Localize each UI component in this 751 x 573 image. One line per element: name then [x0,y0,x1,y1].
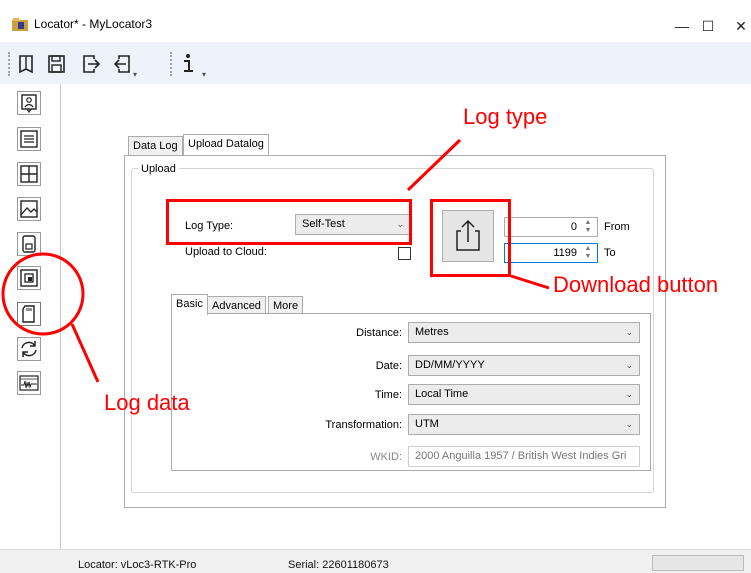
upload-group-label: Upload [138,163,179,175]
wkid-label: WKID: [370,451,402,463]
chevron-down-icon: ⌄ [625,389,633,399]
signal-waveform-icon [19,375,39,391]
sidebar-item-log-data[interactable] [17,302,41,326]
download-button-annotation: Download button [553,272,719,297]
transformation-value: UTM [415,418,439,430]
locator-info-icon [21,94,37,114]
transformation-select[interactable]: UTM ⌄ [408,414,640,435]
date-format-select[interactable]: DD/MM/YYYY ⌄ [408,355,640,376]
date-format-value: DD/MM/YYYY [415,359,485,371]
sync-icon [21,341,37,357]
tab-upload-datalog[interactable]: Upload Datalog [183,134,269,155]
from-spinner[interactable]: 0 ▲ ▼ [504,217,598,237]
tab-data-log[interactable]: Data Log [128,136,183,155]
app-icon [12,18,28,31]
transformation-label: Transformation: [325,419,402,431]
chevron-down-icon: ⌄ [625,360,633,370]
upload-cloud-checkbox[interactable] [398,247,411,260]
distance-value: Metres [415,326,449,338]
time-value: Local Time [415,388,469,400]
toolbar-overflow-arrow[interactable]: ▾ [133,71,139,79]
save-icon[interactable] [45,52,67,76]
sidebar-item-settings-list[interactable] [17,127,41,151]
close-button[interactable]: ✕ [719,14,751,38]
from-value: 0 [570,221,577,233]
toolbar-overflow-arrow-2[interactable]: ▾ [202,71,208,79]
log-data-annotation: Log data [104,390,190,415]
sidebar-item-locator-info[interactable] [17,91,41,115]
spinner-arrows-icon[interactable]: ▲ ▼ [581,219,595,235]
to-spinner[interactable]: 1199 ▲ ▼ [504,243,598,263]
date-label: Date: [375,360,402,372]
status-serial: Serial: 22601180673 [288,559,389,571]
settings-list-icon [20,130,38,148]
image-icon [20,200,38,218]
sidebar-item-grid[interactable] [17,162,41,186]
status-locator: Locator: vLoc3-RTK-Pro [78,559,197,571]
wkid-field: 2000 Anguilla 1957 / British West Indies… [408,446,640,467]
upload-cloud-label: Upload to Cloud: [185,246,267,258]
sidebar-item-signal[interactable] [17,371,41,395]
to-label: To [604,247,616,259]
grid-icon [20,165,38,183]
to-value: 1199 [553,247,577,259]
download-button-highlight-box [430,199,511,277]
toolbar-grip-2[interactable] [170,52,172,76]
log-type-highlight-box [166,199,412,245]
distance-select[interactable]: Metres ⌄ [408,322,640,343]
from-label: From [604,221,630,233]
log-data-pointer-line [70,323,100,383]
sidebar-divider [60,84,61,549]
spinner-arrows-icon[interactable]: ▲ ▼ [581,245,595,261]
copy-config-icon [20,269,38,287]
tab-basic[interactable]: Basic [171,294,208,315]
chevron-down-icon: ⌄ [625,327,633,337]
sidebar-item-copy-config[interactable] [17,266,41,290]
window-title: Locator* - MyLocator3 [34,17,153,31]
open-locator-icon[interactable] [15,52,37,76]
import-icon[interactable] [111,52,133,76]
sidebar-item-image[interactable] [17,197,41,221]
sd-card-icon [22,305,35,323]
status-progress-bar [652,555,744,571]
toolbar-grip[interactable] [8,52,10,76]
info-icon[interactable] [177,52,199,76]
sidebar-item-sync[interactable] [17,337,41,361]
sidebar-item-memory[interactable] [17,232,41,256]
log-type-annotation: Log type [463,104,548,129]
time-select[interactable]: Local Time ⌄ [408,384,640,405]
distance-label: Distance: [356,327,402,339]
memory-icon [22,235,36,253]
chevron-down-icon: ⌄ [625,419,633,429]
time-label: Time: [374,389,402,401]
export-icon[interactable] [80,52,102,76]
